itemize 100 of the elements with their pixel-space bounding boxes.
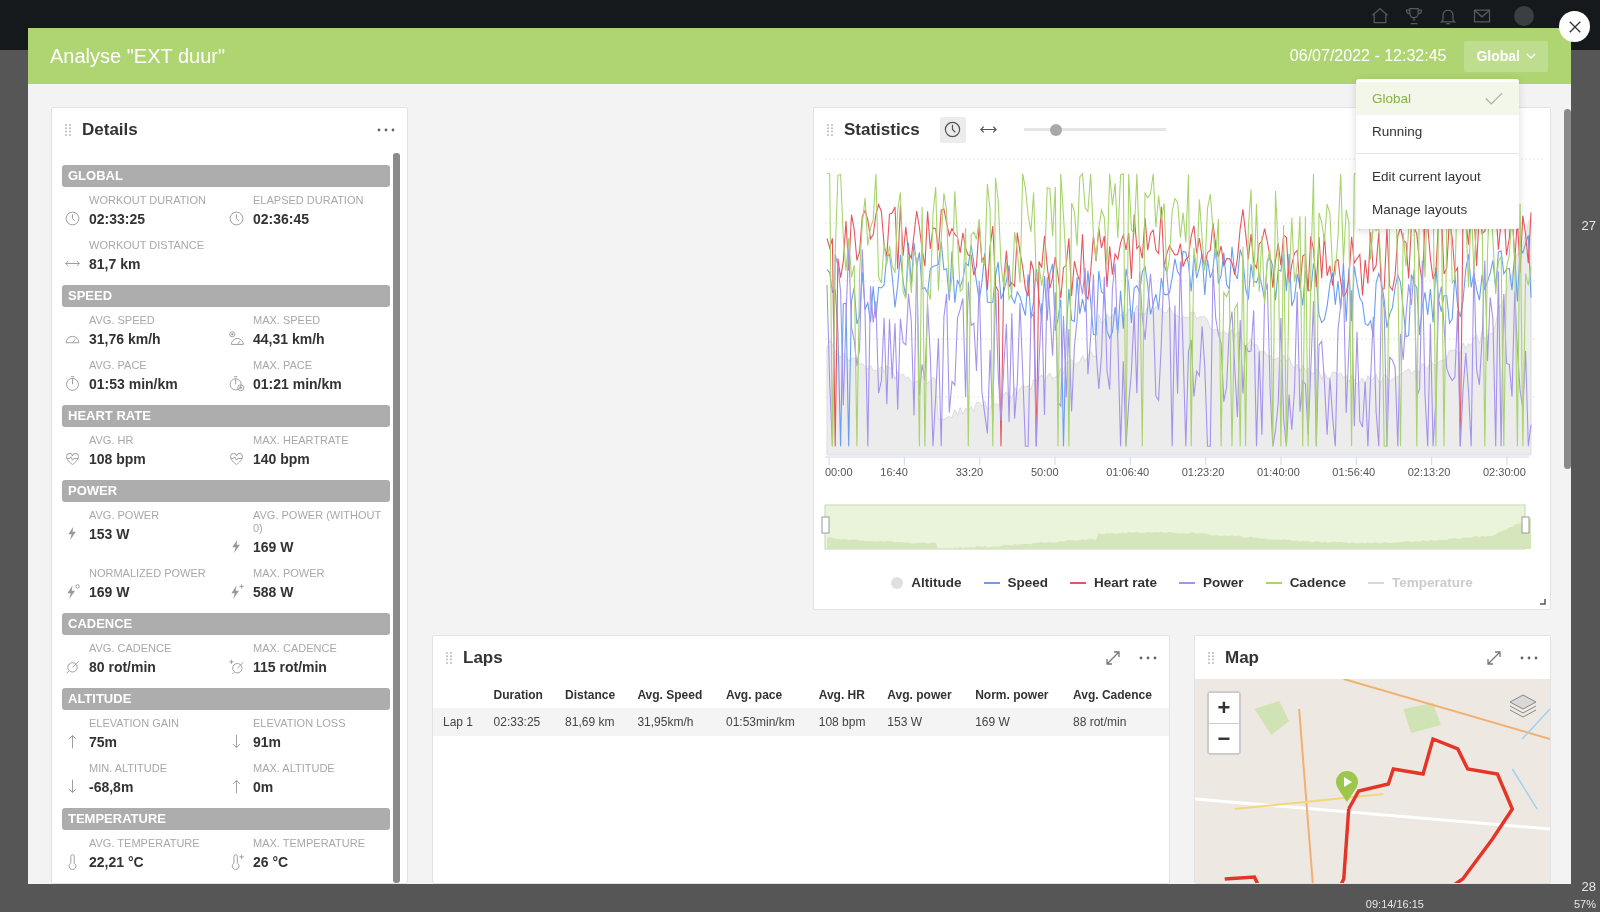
layers-icon[interactable]: [1508, 693, 1538, 719]
scrollbar[interactable]: [393, 153, 400, 883]
stat-label: AVG. PACE: [89, 359, 148, 372]
stat-label: MAX. POWER: [253, 567, 325, 580]
stat-value: 115 rot/min: [253, 659, 328, 676]
check-icon: [1485, 92, 1503, 105]
legend-item[interactable]: Heart rate: [1094, 575, 1158, 590]
stat-value: 44,31 km/h: [253, 331, 325, 348]
background-number: 28: [1581, 879, 1596, 894]
card-title: Laps: [463, 647, 504, 668]
stat-label: ELEVATION LOSS: [253, 717, 346, 730]
layout-option[interactable]: Running: [1356, 115, 1519, 148]
legend-item[interactable]: Speed: [1007, 575, 1049, 590]
expand-icon[interactable]: [1105, 649, 1121, 666]
stat-label: AVG. HR: [89, 434, 135, 447]
more-icon[interactable]: [1520, 655, 1538, 660]
table-cell: 153 W: [879, 708, 968, 736]
slider-thumb[interactable]: [1050, 123, 1063, 136]
background-number: 27: [1581, 218, 1596, 233]
crank-icon: [64, 658, 81, 675]
menu-item[interactable]: Manage layouts: [1356, 193, 1519, 226]
home-icon[interactable]: [1370, 6, 1390, 26]
stat-value: 26 °C: [253, 854, 290, 871]
axis-label: 16:40: [880, 466, 908, 478]
section-header: TEMPERATURE: [62, 808, 390, 830]
legend-item[interactable]: Altitude: [911, 575, 962, 590]
axis-label: 01:06:40: [1106, 466, 1150, 478]
clock-icon: [64, 210, 81, 227]
axis-label: 01:23:20: [1181, 466, 1225, 478]
stat-value: 31,76 km/h: [89, 331, 161, 348]
table-cell: 81,69 km: [557, 708, 630, 736]
stat-value: 108 bpm: [89, 451, 146, 468]
table-cell: Lap 1: [433, 708, 486, 736]
heart-pulse-icon: [64, 450, 81, 467]
resize-handle-icon[interactable]: [1540, 599, 1546, 605]
stat-value: 01:53 min/km: [89, 376, 178, 393]
caret-icon[interactable]: [1526, 53, 1536, 59]
menu-item[interactable]: Edit current layout: [1356, 160, 1519, 193]
stat-value: 81,7 km: [89, 256, 142, 273]
stat-value: 91m: [253, 734, 283, 751]
stopwatch-plus-icon: [228, 375, 245, 392]
table-cell: 108 bpm: [810, 708, 880, 736]
heart-pulse-icon: [228, 450, 245, 467]
speedometer-plus-icon: [228, 330, 245, 347]
stat-value: -68,8m: [89, 779, 135, 796]
card-title: Map: [1225, 647, 1260, 668]
stat-label: AVG. CADENCE: [89, 642, 172, 655]
map-pin-icon: [1335, 771, 1359, 803]
stat-value: 22,21 °C: [89, 854, 145, 871]
stat-value: 02:33:25: [89, 211, 147, 228]
drag-handle-icon[interactable]: [64, 122, 72, 137]
crank-plus-icon: [228, 658, 245, 675]
axis-label: 02:30:00: [1483, 466, 1526, 478]
stat-label: AVG. TEMPERATURE: [89, 837, 200, 850]
more-icon[interactable]: [1139, 655, 1157, 660]
axis-label: 01:40:00: [1257, 466, 1300, 478]
close-icon[interactable]: [1567, 19, 1582, 34]
stat-label: AVG. POWER: [89, 509, 160, 522]
zoom-out-button[interactable]: −: [1209, 723, 1239, 753]
background-time: 09:14/16:15: [1365, 898, 1424, 910]
stat-value: 588 W: [253, 584, 295, 601]
stat-value: 0m: [253, 779, 275, 796]
axis-label: 33:20: [955, 466, 984, 478]
drag-handle-icon[interactable]: [826, 122, 834, 137]
table-cell: 01:53min/km: [717, 708, 811, 736]
stat-value: 01:21 min/km: [253, 376, 342, 393]
section-header: GLOBAL: [62, 165, 390, 187]
stat-label: AVG. POWER (WITHOUT 0): [253, 509, 382, 535]
section-header: SPEED: [62, 285, 390, 307]
avatar[interactable]: [1514, 6, 1534, 26]
range-handle[interactable]: [821, 516, 830, 534]
table-cell: 88 rot/min: [1065, 708, 1169, 736]
stat-value: 169 W: [253, 539, 295, 556]
legend-item[interactable]: Cadence: [1289, 575, 1346, 590]
stat-label: ELEVATION GAIN: [89, 717, 180, 730]
stat-label: WORKOUT DISTANCE: [89, 239, 205, 252]
stat-label: MAX. TEMPERATURE: [253, 837, 366, 850]
expand-icon[interactable]: [1486, 649, 1502, 666]
stat-value: 169 W: [89, 584, 131, 601]
column-header: Avg. power: [879, 682, 968, 708]
stat-label: MAX. HEARTRATE: [253, 434, 349, 447]
legend-item[interactable]: Power: [1203, 575, 1244, 590]
section-header: HEART RATE: [62, 405, 390, 427]
column-header: Avg. HR: [810, 682, 880, 708]
column-header: Avg. Cadence: [1065, 682, 1169, 708]
drag-handle-icon[interactable]: [1207, 650, 1215, 665]
workout-datetime: 06/07/2022 - 12:32:45: [1289, 47, 1447, 65]
column-header: Norm. power: [967, 682, 1065, 708]
column-header: Avg. pace: [717, 682, 811, 708]
stat-value: 140 bpm: [253, 451, 311, 468]
stat-label: MAX. CADENCE: [253, 642, 337, 655]
range-handle[interactable]: [1521, 516, 1530, 534]
column-header: Distance: [557, 682, 630, 708]
column-header: Avg. Speed: [629, 682, 718, 708]
more-icon[interactable]: [377, 127, 395, 132]
table-cell: 169 W: [967, 708, 1065, 736]
background-percent: 57%: [1573, 898, 1596, 910]
scrollbar[interactable]: [1564, 109, 1571, 469]
drag-handle-icon[interactable]: [445, 650, 453, 665]
trophy-icon[interactable]: [1404, 6, 1424, 26]
